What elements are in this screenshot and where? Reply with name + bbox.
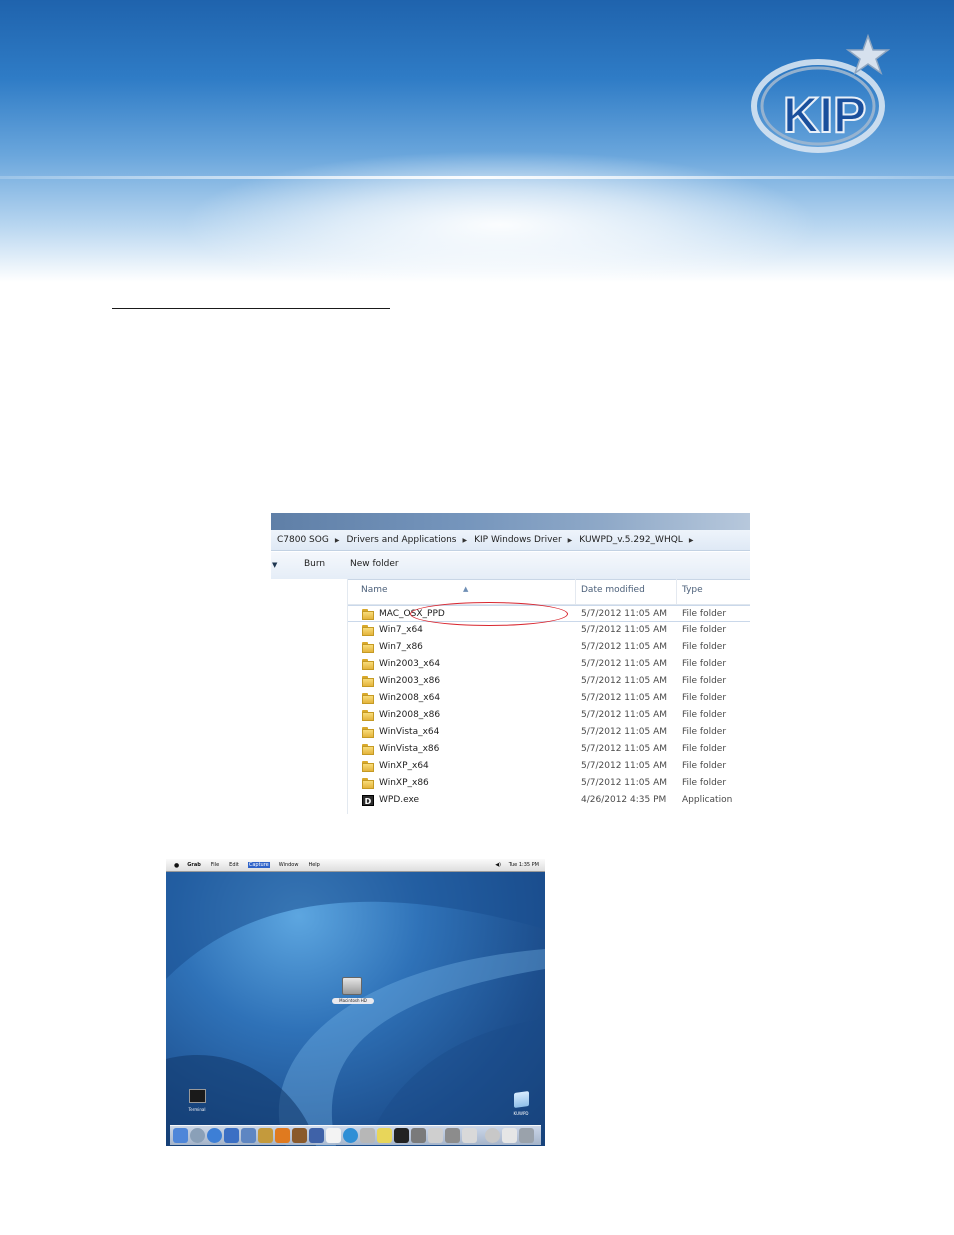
folder-icon xyxy=(362,778,374,789)
trash-icon[interactable] xyxy=(519,1128,534,1143)
ical-icon[interactable] xyxy=(326,1128,341,1143)
volume-icon[interactable]: ◀) xyxy=(495,862,501,868)
menu-clock[interactable]: Tue 1:35 PM xyxy=(509,862,539,868)
menu-window[interactable]: Window xyxy=(278,862,300,868)
list-item[interactable]: Win2003_x64 5/7/2012 11:05 AM File folde… xyxy=(348,656,750,673)
menu-file[interactable]: File xyxy=(210,862,220,868)
folder-icon xyxy=(362,744,374,755)
column-header-date[interactable]: Date modified xyxy=(581,585,645,595)
folder-icon xyxy=(362,727,374,738)
column-headers: ▲ Name Date modified Type xyxy=(348,579,750,605)
explorer-toolbar: ▼ Burn New folder xyxy=(271,552,750,580)
folder-icon xyxy=(362,676,374,687)
folder-icon xyxy=(362,642,374,653)
kuwpd-folder-icon[interactable] xyxy=(514,1090,529,1109)
textedit-icon[interactable] xyxy=(462,1128,477,1143)
organize-dropdown-icon[interactable]: ▼ xyxy=(272,561,277,569)
banner-glow xyxy=(180,150,820,282)
hard-drive-label: Macintosh HD xyxy=(332,998,374,1004)
kuwpd-label: KUWPD xyxy=(513,1111,529,1116)
folder-icon xyxy=(362,609,374,620)
terminal-dock-icon[interactable] xyxy=(394,1128,409,1143)
grab-icon[interactable] xyxy=(411,1128,426,1143)
list-item[interactable]: Win2008_x64 5/7/2012 11:05 AM File folde… xyxy=(348,690,750,707)
folder-icon xyxy=(362,659,374,670)
list-item[interactable]: WinVista_x86 5/7/2012 11:05 AM File fold… xyxy=(348,741,750,758)
menu-edit[interactable]: Edit xyxy=(228,862,240,868)
list-item[interactable]: Win2003_x86 5/7/2012 11:05 AM File folde… xyxy=(348,673,750,690)
folder-icon xyxy=(362,625,374,636)
list-item[interactable]: Win7_x64 5/7/2012 11:05 AM File folder xyxy=(348,622,750,639)
stickies-icon[interactable] xyxy=(377,1128,392,1143)
windows-explorer-screenshot: C7800 SOG ▶ Drivers and Applications ▶ KIP… xyxy=(271,513,750,814)
column-divider[interactable] xyxy=(676,579,677,604)
file-list: ▲ Name Date modified Type MAC_OSX_PPD 5/… xyxy=(348,579,750,814)
list-item[interactable]: WinXP_x64 5/7/2012 11:05 AM File folder xyxy=(348,758,750,775)
mail-icon[interactable] xyxy=(224,1128,239,1143)
itunes-icon[interactable] xyxy=(275,1128,290,1143)
quicktime-icon[interactable] xyxy=(343,1128,358,1143)
breadcrumb-arrow-icon: ▶ xyxy=(334,536,340,544)
imovie-icon[interactable] xyxy=(309,1128,324,1143)
downloads-stack-icon[interactable] xyxy=(485,1128,500,1143)
mac-desktop-screenshot: ● Grab File Edit Capture Window Help ◀) … xyxy=(166,859,545,1146)
hard-drive-icon[interactable] xyxy=(342,977,362,995)
breadcrumb-arrow-icon: ▶ xyxy=(462,536,468,544)
application-icon: D xyxy=(362,795,374,806)
column-header-name[interactable]: Name xyxy=(361,585,388,595)
breadcrumb-item[interactable]: C7800 SOG ▶ xyxy=(277,535,346,545)
dashboard-icon[interactable] xyxy=(190,1128,205,1143)
printer-icon[interactable] xyxy=(428,1128,443,1143)
menu-capture[interactable]: Capture xyxy=(247,862,270,868)
list-item[interactable]: D WPD.exe 4/26/2012 4:35 PM Application xyxy=(348,792,750,809)
mac-menu-bar: ● Grab File Edit Capture Window Help ◀) … xyxy=(166,859,545,872)
header-banner: KIP xyxy=(0,0,954,282)
iphoto-icon[interactable] xyxy=(292,1128,307,1143)
address-book-icon[interactable] xyxy=(258,1128,273,1143)
finder-icon[interactable] xyxy=(173,1128,188,1143)
terminal-label: Terminal xyxy=(188,1107,206,1112)
menu-help[interactable]: Help xyxy=(307,862,320,868)
breadcrumb-item[interactable]: KUWPD_v.5.292_WHQL ▶ xyxy=(579,535,700,545)
breadcrumb-arrow-icon: ▶ xyxy=(567,536,573,544)
breadcrumb-item[interactable]: KIP Windows Driver ▶ xyxy=(474,535,579,545)
column-divider[interactable] xyxy=(575,579,576,604)
apple-menu-icon[interactable]: ● xyxy=(174,862,179,869)
banner-light-streak xyxy=(0,176,954,179)
breadcrumb[interactable]: C7800 SOG ▶ Drivers and Applications ▶ KIP… xyxy=(271,530,750,551)
sort-ascending-icon: ▲ xyxy=(463,585,469,593)
menu-app-name[interactable]: Grab xyxy=(186,862,202,868)
folder-icon xyxy=(362,710,374,721)
list-item[interactable]: WinXP_x86 5/7/2012 11:05 AM File folder xyxy=(348,775,750,792)
column-header-type[interactable]: Type xyxy=(682,585,703,595)
highlight-circle xyxy=(410,602,568,626)
breadcrumb-item[interactable]: Drivers and Applications ▶ xyxy=(346,535,474,545)
kip-logo: KIP xyxy=(751,33,891,153)
heading-underline xyxy=(112,308,390,309)
ichat-icon[interactable] xyxy=(241,1128,256,1143)
folder-icon xyxy=(362,693,374,704)
navigation-pane[interactable] xyxy=(271,579,348,814)
documents-stack-icon[interactable] xyxy=(502,1128,517,1143)
list-item[interactable]: Win2008_x86 5/7/2012 11:05 AM File folde… xyxy=(348,707,750,724)
burn-button[interactable]: Burn xyxy=(304,559,325,569)
breadcrumb-arrow-icon: ▶ xyxy=(688,536,694,544)
explorer-title-bar xyxy=(271,513,750,530)
system-preferences-icon[interactable] xyxy=(445,1128,460,1143)
mac-dock xyxy=(170,1125,541,1145)
terminal-icon[interactable] xyxy=(189,1089,206,1103)
kip-logo-text: KIP xyxy=(783,87,866,143)
preview-icon[interactable] xyxy=(360,1128,375,1143)
safari-icon[interactable] xyxy=(207,1128,222,1143)
list-item[interactable]: WinVista_x64 5/7/2012 11:05 AM File fold… xyxy=(348,724,750,741)
list-item[interactable]: Win7_x86 5/7/2012 11:05 AM File folder xyxy=(348,639,750,656)
folder-icon xyxy=(362,761,374,772)
new-folder-button[interactable]: New folder xyxy=(350,559,399,569)
